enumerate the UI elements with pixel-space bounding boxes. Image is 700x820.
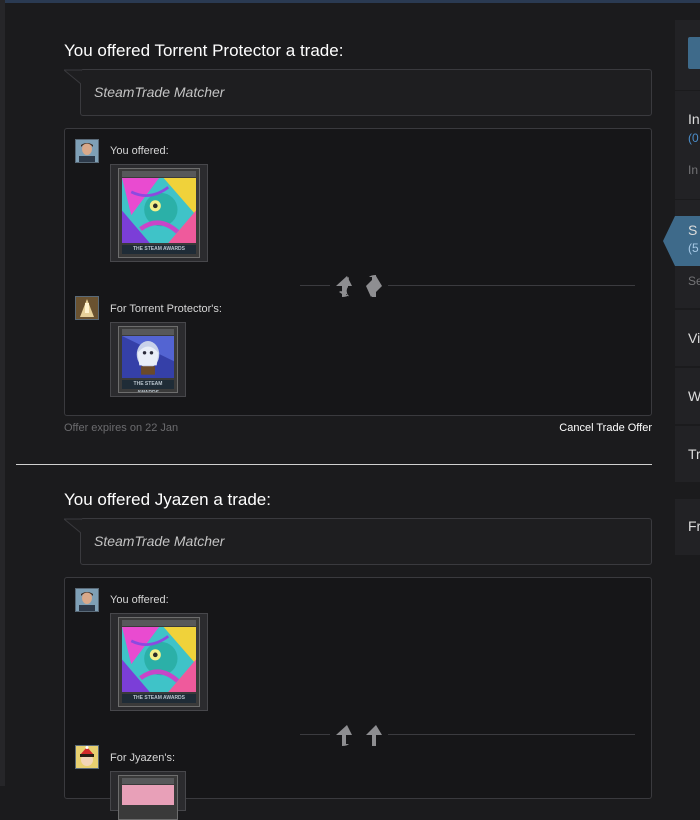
partner-items-label: For Torrent Protector's: (110, 303, 222, 315)
quote-tail (64, 518, 81, 533)
sidebar-item-label: W (688, 388, 700, 404)
partner-item[interactable]: THE STEAM AWARDS (110, 322, 186, 397)
sidebar-item-view[interactable]: Vi (675, 310, 700, 366)
sidebar-item-label: S (688, 222, 698, 238)
trade-offers-list: You offered Torrent Protector a trade: S… (0, 0, 675, 820)
trading-card (118, 775, 178, 820)
trading-card: THE STEAM AWARDS (118, 617, 200, 707)
quote-tail (64, 69, 81, 84)
sidebar-item-w[interactable]: W (675, 368, 700, 424)
card-footer: THE STEAM AWARDS (122, 380, 174, 392)
trading-card: THE STEAM AWARDS (118, 326, 178, 393)
offer-separator (16, 464, 652, 465)
sidebar-item-label: Fr (688, 518, 700, 534)
sidebar-item-sent[interactable]: S (5 Se (663, 200, 700, 308)
sidebar-item-link[interactable]: In (688, 163, 698, 177)
partner-avatar[interactable] (75, 296, 99, 320)
trade-items-box: You offered: (64, 577, 652, 820)
trade-items-box: You offered: (64, 128, 652, 416)
offer-expiry: Offer expires on 22 Jan (64, 422, 179, 434)
sidebar-item-label: Tr (688, 446, 700, 462)
partner-avatar[interactable] (75, 745, 99, 769)
partner-item[interactable] (110, 771, 186, 820)
sidebar-action-button[interactable] (688, 37, 700, 69)
sidebar-item-label: Vi (688, 330, 700, 346)
avatar[interactable] (75, 139, 99, 163)
offer-title: You offered Torrent Protector a trade: (64, 41, 344, 60)
sidebar-item-count: (5 (688, 241, 699, 255)
sidebar-top-block (675, 20, 700, 90)
sidebar-item-count: (0 (688, 131, 699, 145)
offer-message: SteamTrade Matcher (94, 84, 225, 100)
trade-arrows-icon (330, 273, 388, 299)
sidebar-item-link[interactable]: Se (688, 274, 700, 288)
you-offered-label: You offered: (110, 145, 169, 157)
your-item[interactable]: THE STEAM AWARDS (110, 164, 208, 262)
trading-card: THE STEAM AWARDS (118, 168, 200, 258)
card-footer: THE STEAM AWARDS (122, 245, 196, 254)
offer-message-box: SteamTrade Matcher (64, 518, 652, 565)
partner-items-label: For Jyazen's: (110, 752, 176, 764)
you-offered-label: You offered: (110, 594, 169, 606)
cancel-trade-offer-link[interactable]: Cancel Trade Offer (559, 422, 652, 434)
offer-title: You offered Jyazen a trade: (64, 490, 271, 509)
sidebar-item-tr[interactable]: Tr (675, 426, 700, 482)
trade-arrows-icon (330, 722, 388, 748)
sidebar-item-incoming[interactable]: In (0 In (675, 91, 700, 199)
offer-message: SteamTrade Matcher (94, 533, 225, 549)
sidebar-item-fr[interactable]: Fr (675, 499, 700, 555)
card-footer: THE STEAM AWARDS (122, 694, 196, 703)
sidebar: In (0 In S (5 Se Vi W Tr Fr (663, 0, 700, 786)
sidebar-item-label: In (688, 111, 700, 127)
avatar[interactable] (75, 588, 99, 612)
offer-message-box: SteamTrade Matcher (64, 69, 652, 116)
your-item[interactable]: THE STEAM AWARDS (110, 613, 208, 711)
